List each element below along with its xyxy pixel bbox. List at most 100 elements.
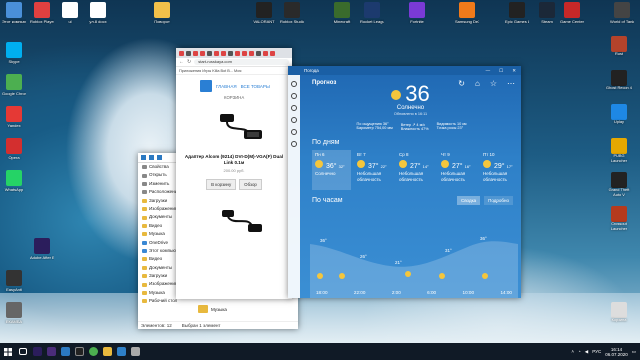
network-icon[interactable]: ◔	[578, 349, 581, 354]
top-shortcut[interactable]: Roblox Studio	[280, 2, 304, 24]
top-shortcut[interactable]: Steam	[535, 2, 559, 24]
shortcut-label: Adobe After Effects	[30, 255, 54, 260]
minimize-icon[interactable]: —	[486, 66, 491, 75]
nav-all-products-link[interactable]: ВСЕ ТОВАРЫ	[241, 84, 270, 89]
top-shortcut[interactable]: VALORANT	[252, 2, 276, 24]
weather-sidebar	[288, 75, 300, 298]
language-indicator[interactable]: РУС	[592, 349, 601, 354]
maps-icon[interactable]	[291, 105, 297, 111]
taskview-icon[interactable]	[16, 343, 30, 360]
home-icon[interactable]	[291, 93, 297, 99]
home-icon[interactable]	[200, 80, 212, 92]
roblox-taskbar-icon[interactable]	[128, 343, 142, 360]
review-button[interactable]: Обзор	[239, 179, 262, 190]
favorite-icon[interactable]: ☆	[490, 79, 497, 88]
details-button[interactable]: Подробно	[484, 196, 513, 205]
valorant-taskbar-icon[interactable]	[72, 343, 86, 360]
day-forecast-card[interactable]: Ср 8 27° 14° Небольшая облачность	[396, 150, 435, 190]
top-shortcut[interactable]: Fortnite	[405, 2, 429, 24]
day-low: 14°	[422, 164, 429, 169]
nav-item-label: Загрузки	[149, 197, 168, 203]
app-icon	[409, 2, 425, 18]
top-shortcut[interactable]: Поворот	[150, 2, 174, 24]
left-shortcut[interactable]: Google Chrome	[2, 74, 26, 96]
right-shortcut[interactable]: Корзина	[606, 302, 632, 323]
hour-label: 2:00	[391, 290, 401, 295]
right-shortcut[interactable]: Crossout Launcher	[606, 206, 632, 231]
day-forecast-card[interactable]: Пт 10 29° 17° Небольшая облачность	[480, 150, 519, 190]
chrome-taskbar-icon[interactable]	[86, 343, 100, 360]
shortcut-label: WhatsApp	[4, 187, 24, 192]
news-icon[interactable]	[291, 141, 297, 147]
right-shortcut[interactable]: Grand Theft Auto V	[606, 172, 632, 197]
wordpad-taskbar-icon[interactable]	[58, 343, 72, 360]
more-icon[interactable]: ⋯	[507, 79, 521, 88]
close-icon[interactable]: ✕	[512, 66, 516, 75]
weather-app-window[interactable]: Погода — ☐ ✕ Прогноз ↻ ⌂ ☆ ⋯ 36 Солнечно	[288, 66, 521, 298]
right-shortcut[interactable]: Ghost Recon 4	[606, 70, 632, 91]
left-shortcut[interactable]: Opera	[2, 138, 26, 160]
nav-item-label: Расположение	[149, 189, 180, 195]
folder-icon	[142, 207, 147, 212]
bookmarks-bar[interactable]: Приложения Игры Killa Bot В... Моя	[176, 67, 292, 75]
after-effects-taskbar-icon[interactable]	[30, 343, 44, 360]
browser-window[interactable]: ← ↻ start-russkaya.com Приложения Игры K…	[176, 48, 292, 299]
top-shortcut[interactable]: ул.8 docx	[86, 2, 110, 24]
left-shortcut[interactable]: Adobe After Effects	[30, 238, 54, 260]
clock[interactable]: 16:14 06.07.2020	[605, 347, 628, 357]
folder-music[interactable]: Музыка	[198, 305, 227, 313]
top-shortcut[interactable]: Minecraft	[330, 2, 354, 24]
day-forecast-card[interactable]: Пн 6 36° 32° Солнечно	[312, 150, 351, 190]
product-title[interactable]: Адаптер Alcom (9214) DVI-D(M)-VGA(F) Dua…	[176, 148, 292, 166]
back-icon[interactable]: ←	[179, 59, 184, 65]
notifications-icon[interactable]: ▭	[632, 349, 636, 355]
menu-icon[interactable]	[291, 81, 297, 87]
product-image[interactable]	[214, 110, 270, 148]
add-to-cart-button[interactable]: В корзину	[206, 179, 237, 190]
reload-icon[interactable]: ↻	[187, 59, 191, 65]
day-description: Солнечно	[315, 171, 336, 176]
top-shortcut[interactable]: Game Center	[560, 2, 584, 24]
hourly-temp-label: 26°	[360, 254, 367, 259]
chevron-up-icon[interactable]: ˄	[571, 349, 574, 354]
right-shortcut[interactable]: Rust	[606, 36, 632, 57]
windows-start-icon[interactable]	[0, 343, 16, 360]
left-shortcut[interactable]: Skype	[2, 42, 26, 64]
browser-tab-strip[interactable]	[176, 48, 292, 58]
top-shortcut[interactable]: World of Tanks Blitz	[610, 2, 634, 24]
app-icon	[611, 206, 627, 222]
weather-titlebar[interactable]: Погода — ☐ ✕	[288, 66, 521, 75]
left-shortcut[interactable]: EasyAnti	[2, 270, 26, 292]
weather-taskbar-icon[interactable]	[114, 343, 128, 360]
volume-icon[interactable]: ◀	[585, 349, 588, 355]
shortcut-label: Uplay	[614, 119, 624, 124]
places-icon[interactable]	[291, 129, 297, 135]
history-icon[interactable]	[291, 117, 297, 123]
summary-button[interactable]: Сводка	[456, 196, 481, 205]
left-shortcut[interactable]: ЕКАМБА	[2, 302, 26, 324]
desktop: Этот компьютер Roblox Player Google Chrome…	[0, 0, 640, 343]
right-shortcut[interactable]: PUBG Launcher	[606, 138, 632, 163]
right-shortcut[interactable]: Uplay	[606, 104, 632, 125]
app-icon	[611, 138, 627, 154]
top-shortcut[interactable]: ul	[58, 2, 82, 24]
address-bar[interactable]: start-russkaya.com	[194, 59, 289, 65]
day-forecast-card[interactable]: Чт 9 27° 16° Небольшая облачность	[438, 150, 477, 190]
product-image-2[interactable]	[214, 208, 270, 246]
top-shortcut[interactable]: Epic Games Launcher	[505, 2, 529, 24]
file-explorer-taskbar-icon[interactable]	[100, 343, 114, 360]
day-forecast-card[interactable]: Вт 7 37° 22° Небольшая облачность	[354, 150, 393, 190]
top-shortcut[interactable]: Samsung DeX	[455, 2, 479, 24]
left-shortcut[interactable]: Yandex	[2, 106, 26, 128]
left-shortcut[interactable]: WhatsApp	[2, 170, 26, 192]
maximize-icon[interactable]: ☐	[499, 66, 503, 75]
nav-home-link[interactable]: ГЛАВНАЯ	[216, 84, 237, 89]
refresh-icon[interactable]: ↻	[458, 79, 465, 88]
premiere-taskbar-icon[interactable]	[44, 343, 58, 360]
left-shortcut[interactable]: Roblox Player	[30, 2, 54, 24]
cart-link[interactable]: КОРЗИНА	[176, 92, 292, 100]
pin-icon[interactable]: ⌂	[475, 79, 480, 88]
top-shortcut[interactable]: Rocket League	[360, 2, 384, 24]
left-shortcut[interactable]: Этот компьютер	[2, 2, 26, 24]
shortcut-label: Grand Theft Auto V	[608, 187, 630, 197]
